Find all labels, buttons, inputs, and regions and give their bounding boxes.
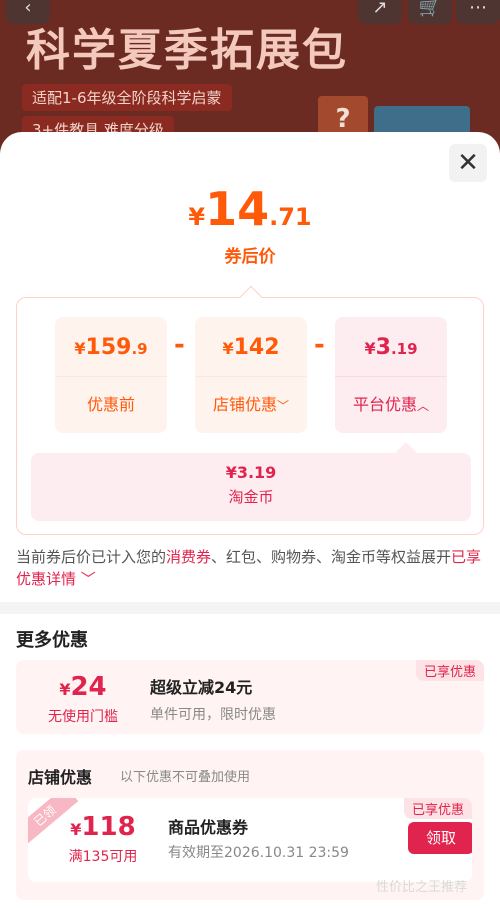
- applied-badge: 已享优惠: [403, 798, 472, 819]
- amount-decimal: .19: [390, 340, 418, 358]
- breakdown-pointer: [239, 285, 263, 309]
- claim-button[interactable]: 领取: [408, 822, 472, 854]
- price-integer: 14: [205, 182, 270, 236]
- platform-discount-card[interactable]: ¥3.19 平台优惠 ︿: [335, 317, 447, 433]
- final-price-label: 券后价: [224, 247, 276, 267]
- coupon-title: 商品优惠券: [168, 818, 249, 837]
- amount-integer: 118: [81, 812, 136, 842]
- offer-amount: ¥24: [28, 672, 138, 702]
- price-detail-sheet: ✕ ¥14.71 券后价 ¥159.9 优惠前 - ¥142 店铺优惠 ﹀ - …: [0, 132, 500, 908]
- coupon-validity: 有效期至2026.10.31 23:59: [168, 845, 349, 861]
- amount-integer: 3: [375, 335, 391, 360]
- coupon-condition: 满135可用: [68, 849, 138, 865]
- store-discount-label: 店铺优惠: [212, 395, 277, 414]
- amount-integer: 24: [70, 672, 107, 702]
- price-note: 当前券后价已计入您的消费券、红包、购物券、淘金币等权益展开已享优惠详情 ﹀: [16, 546, 486, 590]
- currency-symbol: ¥: [59, 680, 71, 699]
- store-coupon: 已领 已享优惠 ¥118 满135可用 商品优惠券 有效期至2026.10.31…: [28, 798, 472, 882]
- chevron-down-icon: ﹀: [277, 399, 290, 413]
- currency-symbol: ¥: [222, 339, 234, 358]
- price-decimal: .71: [269, 203, 312, 231]
- more-icon[interactable]: ⋯: [456, 0, 500, 24]
- banner-title: 科学夏季拓展包: [26, 25, 348, 76]
- chevron-down-icon[interactable]: ﹀: [76, 570, 96, 588]
- coupon-amount: ¥118: [48, 812, 158, 842]
- more-offers-title: 更多优惠: [16, 630, 88, 651]
- currency-symbol: ¥: [74, 339, 86, 358]
- offer-subtitle: 单件可用，限时优惠: [150, 707, 276, 723]
- watermark: 性价比之王推荐: [376, 880, 468, 895]
- cart-icon[interactable]: 🛒: [408, 0, 452, 24]
- store-discount-card[interactable]: ¥142 店铺优惠 ﹀: [195, 317, 307, 433]
- store-offers-subtitle: 以下优惠不可叠加使用: [120, 770, 251, 785]
- close-button[interactable]: ✕: [449, 144, 487, 182]
- minus-sign: -: [174, 330, 185, 360]
- banner-tagline: 适配1-6年级全阶段科学启蒙: [22, 84, 232, 111]
- minus-sign: -: [314, 330, 325, 360]
- currency-symbol: ¥: [364, 339, 376, 358]
- amount-decimal: .9: [131, 340, 148, 358]
- original-price-card: ¥159.9 优惠前: [55, 317, 167, 433]
- store-offers-title: 店铺优惠: [28, 768, 93, 787]
- chevron-up-icon: ︿: [417, 399, 430, 413]
- currency-symbol: ¥: [188, 203, 206, 231]
- share-icon[interactable]: ↗: [358, 0, 402, 24]
- section-divider: [0, 602, 500, 614]
- currency-symbol: ¥: [70, 820, 82, 839]
- offer-condition: 无使用门槛: [48, 709, 118, 725]
- note-text: 当前券后价已计入您的: [16, 548, 167, 566]
- platform-discount-label: 平台优惠: [352, 395, 417, 414]
- original-price-label: 优惠前: [86, 395, 135, 414]
- consumption-coupon-link[interactable]: 消费券: [166, 548, 211, 566]
- taojinbi-label: 淘金币: [228, 488, 274, 506]
- super-discount-card: 已享优惠 ¥24 无使用门槛 超级立减24元 单件可用，限时优惠: [16, 660, 484, 734]
- taojinbi-card: ¥3.19 淘金币: [31, 442, 471, 521]
- offer-title: 超级立减24元: [150, 678, 253, 697]
- applied-badge: 已享优惠: [415, 660, 484, 681]
- final-price: ¥14.71: [0, 182, 500, 236]
- note-text: 、红包、购物券、淘金币等权益展开: [211, 548, 452, 566]
- back-icon[interactable]: ‹: [6, 0, 50, 24]
- price-breakdown: ¥159.9 优惠前 - ¥142 店铺优惠 ﹀ - ¥3.19 平台优惠 ︿ …: [16, 285, 484, 535]
- amount-integer: 142: [233, 335, 280, 360]
- amount-integer: 159: [85, 335, 132, 360]
